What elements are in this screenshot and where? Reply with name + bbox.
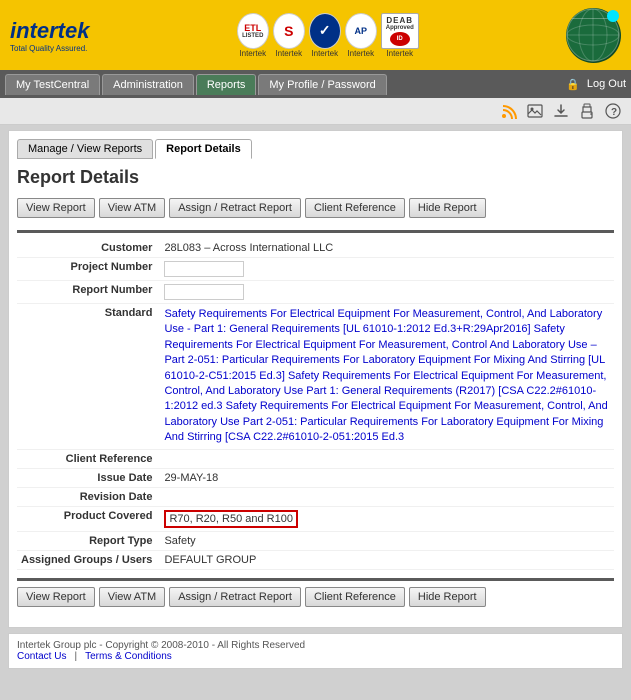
- standard-value: Safety Requirements For Electrical Equip…: [160, 304, 614, 450]
- project-number-label: Project Number: [17, 258, 160, 281]
- product-covered-text: R70, R20, R50 and R100: [164, 510, 298, 528]
- report-number-label: Report Number: [17, 281, 160, 304]
- issue-date-value: 29-MAY-18: [160, 468, 614, 487]
- footer-links: Contact Us | Terms & Conditions: [17, 651, 614, 662]
- product-covered-row: Product Covered R70, R20, R50 and R100: [17, 506, 614, 531]
- s-icon: S: [273, 13, 305, 49]
- hide-report-button-top[interactable]: Hide Report: [409, 198, 486, 218]
- issue-date-label: Issue Date: [17, 468, 160, 487]
- view-atm-button-top[interactable]: View ATM: [99, 198, 166, 218]
- client-reference-row: Client Reference: [17, 449, 614, 468]
- assigned-groups-row: Assigned Groups / Users DEFAULT GROUP: [17, 550, 614, 569]
- view-report-button-bottom[interactable]: View Report: [17, 587, 95, 607]
- check-icon: ✓: [309, 13, 341, 49]
- nav-profile-password[interactable]: My Profile / Password: [258, 74, 386, 95]
- footer-copyright: Intertek Group plc - Copyright © 2008-20…: [17, 640, 614, 651]
- deab-cert: DEAB Approved ID Intertek: [381, 13, 419, 58]
- logout-button[interactable]: 🔒 Log Out: [566, 78, 626, 91]
- main-content: Manage / View Reports Report Details Rep…: [8, 130, 623, 628]
- client-reference-label: Client Reference: [17, 449, 160, 468]
- contact-us-link[interactable]: Contact Us: [17, 651, 66, 662]
- client-reference-button-top[interactable]: Client Reference: [305, 198, 405, 218]
- logo: intertek Total Quality Assured.: [10, 18, 89, 53]
- cert-icons: ETL LISTED Intertek S Intertek ✓ Interte…: [237, 13, 419, 58]
- report-number-value: [160, 281, 614, 304]
- ap-icon: AP: [345, 13, 377, 49]
- project-number-value: [160, 258, 614, 281]
- action-buttons-top: View Report View ATM Assign / Retract Re…: [17, 198, 614, 218]
- section-separator-top: [17, 230, 614, 233]
- standard-row: Standard Safety Requirements For Electri…: [17, 304, 614, 450]
- logo-text: intertek: [10, 18, 89, 44]
- report-type-label: Report Type: [17, 531, 160, 550]
- client-reference-button-bottom[interactable]: Client Reference: [305, 587, 405, 607]
- report-number-input[interactable]: [164, 284, 244, 300]
- check-cert: ✓ Intertek: [309, 13, 341, 58]
- report-type-value: Safety: [160, 531, 614, 550]
- print-icon[interactable]: [577, 102, 597, 120]
- assigned-groups-value: DEFAULT GROUP: [160, 550, 614, 569]
- etl-cert: ETL LISTED Intertek: [237, 13, 269, 58]
- assigned-groups-label: Assigned Groups / Users: [17, 550, 160, 569]
- deab-icon: DEAB Approved ID: [381, 13, 419, 49]
- view-report-button-top[interactable]: View Report: [17, 198, 95, 218]
- help-icon[interactable]: ?: [603, 102, 623, 120]
- assign-retract-button-bottom[interactable]: Assign / Retract Report: [169, 587, 301, 607]
- client-reference-value: [160, 449, 614, 468]
- report-number-row: Report Number: [17, 281, 614, 304]
- navbar: My TestCentral Administration Reports My…: [0, 70, 631, 98]
- tagline: Total Quality Assured.: [10, 44, 89, 53]
- product-covered-label: Product Covered: [17, 506, 160, 531]
- section-separator-bottom: [17, 578, 614, 581]
- project-number-input[interactable]: [164, 261, 244, 277]
- tab-report-details[interactable]: Report Details: [155, 139, 252, 159]
- report-details-form: Customer 28L083 – Across International L…: [17, 239, 614, 570]
- report-type-row: Report Type Safety: [17, 531, 614, 550]
- s-cert: S Intertek: [273, 13, 305, 58]
- revision-date-value: [160, 487, 614, 506]
- view-atm-button-bottom[interactable]: View ATM: [99, 587, 166, 607]
- download-icon[interactable]: [551, 102, 571, 120]
- footer-separator: |: [74, 651, 77, 662]
- customer-value: 28L083 – Across International LLC: [160, 239, 614, 258]
- toolbar: ?: [0, 98, 631, 125]
- project-number-row: Project Number: [17, 258, 614, 281]
- svg-text:?: ?: [611, 107, 617, 118]
- cyan-indicator: [607, 10, 619, 22]
- customer-label: Customer: [17, 239, 160, 258]
- image-icon[interactable]: [525, 102, 545, 120]
- tab-manage-view-reports[interactable]: Manage / View Reports: [17, 139, 153, 159]
- standard-label: Standard: [17, 304, 160, 450]
- action-buttons-bottom: View Report View ATM Assign / Retract Re…: [17, 587, 614, 607]
- product-covered-value: R70, R20, R50 and R100: [160, 506, 614, 531]
- globe-section: [566, 8, 621, 63]
- revision-date-row: Revision Date: [17, 487, 614, 506]
- tabs: Manage / View Reports Report Details: [17, 139, 614, 159]
- standard-text: Safety Requirements For Electrical Equip…: [164, 307, 610, 446]
- hide-report-button-bottom[interactable]: Hide Report: [409, 587, 486, 607]
- customer-row: Customer 28L083 – Across International L…: [17, 239, 614, 258]
- nav-my-testcentral[interactable]: My TestCentral: [5, 74, 100, 95]
- nav-administration[interactable]: Administration: [102, 74, 194, 95]
- footer: Intertek Group plc - Copyright © 2008-20…: [8, 633, 623, 669]
- revision-date-label: Revision Date: [17, 487, 160, 506]
- assign-retract-button-top[interactable]: Assign / Retract Report: [169, 198, 301, 218]
- page-title: Report Details: [17, 167, 614, 188]
- issue-date-row: Issue Date 29-MAY-18: [17, 468, 614, 487]
- etl-icon: ETL LISTED: [237, 13, 269, 49]
- terms-conditions-link[interactable]: Terms & Conditions: [85, 651, 172, 662]
- ap-cert: AP Intertek: [345, 13, 377, 58]
- rss-icon[interactable]: [499, 102, 519, 120]
- lock-icon: 🔒: [566, 78, 580, 91]
- nav-reports[interactable]: Reports: [196, 74, 257, 95]
- page-header: intertek Total Quality Assured. ETL LIST…: [0, 0, 631, 70]
